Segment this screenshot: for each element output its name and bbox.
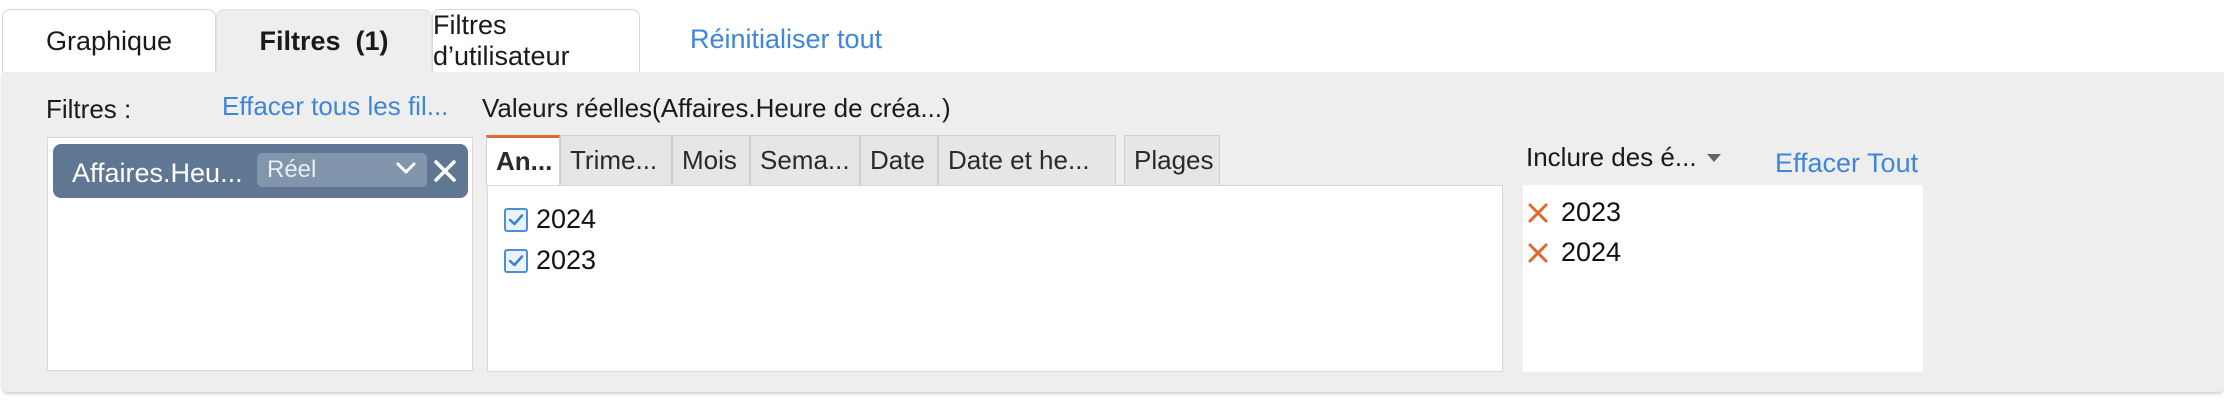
chevron-down-icon xyxy=(396,162,416,174)
reset-all-link[interactable]: Réinitialiser tout xyxy=(690,24,882,55)
value-label: 2023 xyxy=(536,245,597,275)
filter-mode-value: Réel xyxy=(267,156,317,183)
values-title: Valeurs réelles(Affaires.Heure de créa..… xyxy=(482,93,951,123)
selected-item: 2024 xyxy=(1527,237,1621,268)
checkbox-checked-icon[interactable] xyxy=(504,207,528,232)
filter-chip[interactable]: Affaires.Heu... Réel xyxy=(53,144,468,198)
tab-user-filters[interactable]: Filtres d’utilisateur xyxy=(432,9,640,72)
tab-filtres-label: Filtres (1) xyxy=(259,25,389,56)
filter-mode-select[interactable]: Réel xyxy=(257,153,427,187)
filters-label: Filtres : xyxy=(46,94,132,124)
filter-chip-label: Affaires.Heu... xyxy=(72,158,243,188)
subtab-label: Mois xyxy=(682,145,737,175)
tab-user-filters-label: Filtres d’utilisateur xyxy=(433,10,570,71)
value-item[interactable]: 2024 xyxy=(504,204,596,235)
include-mode-dropdown[interactable]: Inclure des é... xyxy=(1526,142,1721,173)
remove-icon[interactable] xyxy=(1527,202,1549,224)
tab-filtres[interactable]: Filtres (1) xyxy=(216,9,432,72)
caret-down-icon xyxy=(1706,153,1721,162)
value-item[interactable]: 2023 xyxy=(504,245,596,276)
remove-filter-icon[interactable] xyxy=(431,157,459,185)
subtab-date[interactable]: Date xyxy=(860,135,938,185)
subtab-label: Plages xyxy=(1134,145,1214,175)
remove-icon[interactable] xyxy=(1527,242,1549,264)
subtab-label: Date xyxy=(870,145,925,175)
subtab-label: Sema... xyxy=(760,145,850,175)
selected-item-label: 2023 xyxy=(1561,197,1622,227)
subtab-mois[interactable]: Mois xyxy=(672,135,750,185)
checkbox-checked-icon[interactable] xyxy=(504,248,528,273)
subtab-semaine[interactable]: Sema... xyxy=(750,135,860,185)
tab-bar: Graphique Filtres (1) Filtres d’utilisat… xyxy=(0,0,2224,72)
selected-item-label: 2024 xyxy=(1561,237,1622,267)
subtab-plages[interactable]: Plages xyxy=(1124,135,1220,185)
subtab-trimestre[interactable]: Trime... xyxy=(560,135,672,185)
include-mode-label: Inclure des é... xyxy=(1526,142,1697,172)
selected-item: 2023 xyxy=(1527,197,1621,228)
selected-values: 2023 2024 xyxy=(1523,185,1923,372)
subtab-annee[interactable]: An... xyxy=(486,135,560,185)
value-label: 2024 xyxy=(536,204,597,234)
subtab-label: Date et he... xyxy=(948,145,1090,175)
subtab-date-heure[interactable]: Date et he... xyxy=(938,135,1116,185)
tab-graphique-label: Graphique xyxy=(45,25,173,56)
tab-graphique[interactable]: Graphique xyxy=(2,9,216,72)
subtab-label: An... xyxy=(496,146,553,176)
values-list: 2024 2023 xyxy=(487,185,1503,372)
clear-all-filters-link[interactable]: Effacer tous les fil... xyxy=(222,91,448,122)
subtab-label: Trime... xyxy=(570,145,658,175)
clear-selection-link[interactable]: Effacer Tout xyxy=(1775,148,1918,179)
